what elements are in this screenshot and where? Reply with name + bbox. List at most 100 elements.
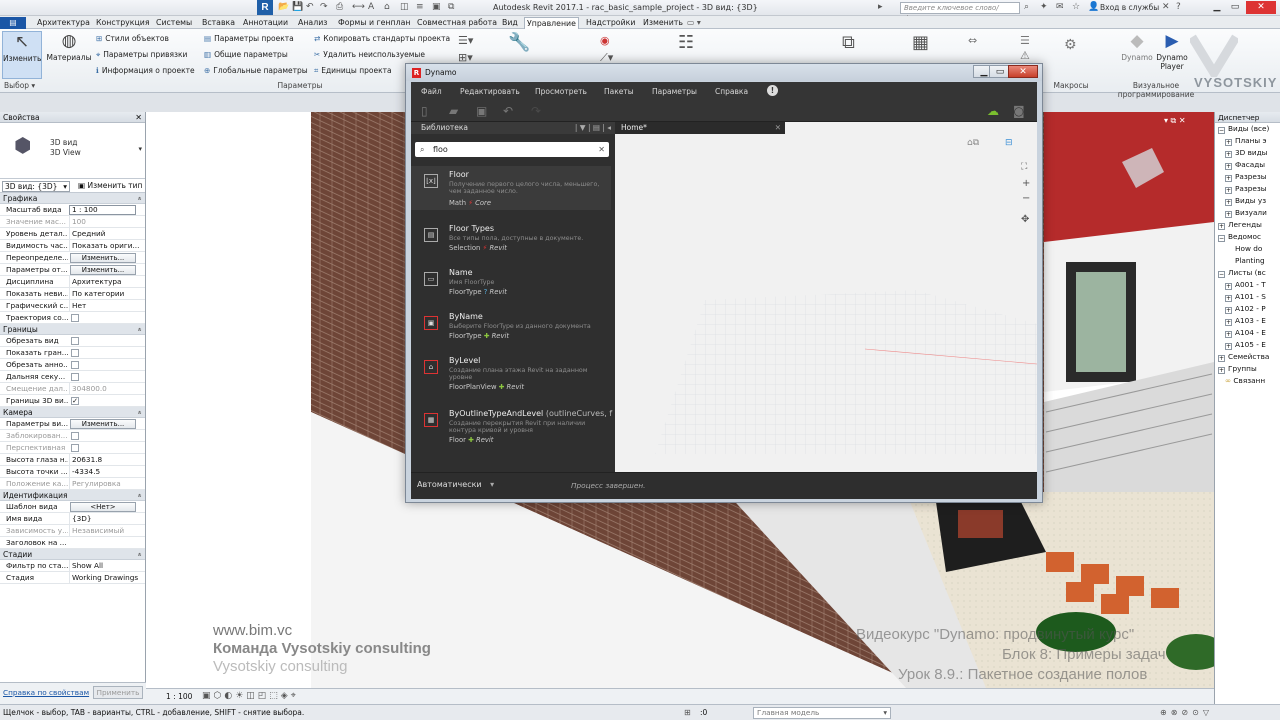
favorites-icon[interactable]: ☆ (1072, 2, 1080, 12)
project-info-button[interactable]: ℹ Информация о проекте (96, 66, 195, 75)
print-icon[interactable]: ⎙ (336, 2, 343, 13)
properties-help-link[interactable]: Справка по свойствам (3, 688, 89, 697)
tree-item[interactable]: Planting (1215, 255, 1280, 267)
menu-packages[interactable]: Пакеты (604, 87, 634, 96)
search-result-item[interactable]: ▤ Floor Types Все типы пола, доступные в… (411, 220, 611, 264)
undo-icon[interactable]: ↶ (503, 104, 513, 118)
tab-insert[interactable]: Вставка (200, 17, 237, 29)
review-warnings-icon[interactable]: ⚠ (1020, 49, 1030, 62)
dynamo-player-button[interactable]: ▶ Dynamo Player (1154, 31, 1190, 71)
tree-item[interactable]: ∞ Связанн (1215, 375, 1280, 387)
maximize-button[interactable]: ▭ (1226, 1, 1244, 14)
macro-manager-icon[interactable]: ⚙ (1064, 37, 1077, 53)
tree-item[interactable]: − Листы (вс (1215, 267, 1280, 279)
tab-annotate[interactable]: Аннотации (241, 17, 290, 29)
tab-analyze[interactable]: Анализ (296, 17, 329, 29)
prop-row[interactable]: Показать неви... По категории (0, 288, 145, 300)
tree-item[interactable]: + Разрезы (1215, 183, 1280, 195)
user-icon[interactable]: 👤 (1088, 2, 1099, 12)
tree-item[interactable]: +3D виды (1215, 147, 1280, 159)
menu-file[interactable]: Файл (421, 87, 442, 96)
snaps-button[interactable]: ⌖ Параметры привязки (96, 50, 187, 60)
wrench-icon[interactable]: 🔧 (508, 32, 530, 53)
sign-in-link[interactable]: Вход в службы (1100, 3, 1159, 12)
redo-icon[interactable]: ↷ (531, 104, 541, 118)
select-by-id-icon[interactable]: ⇔ (968, 34, 977, 47)
additional-settings-icon[interactable]: ☰▾ (458, 34, 473, 47)
tree-item[interactable]: + Планы э (1215, 135, 1280, 147)
edit-rendering-button[interactable]: Изменить... (70, 419, 136, 429)
tab-structure[interactable]: Конструкция (94, 17, 152, 29)
tab-addins[interactable]: Надстройки (584, 17, 637, 29)
communication-icon[interactable]: ✉ (1056, 2, 1064, 12)
phases-icon[interactable]: ▦ (912, 32, 929, 53)
tree-item[interactable]: − Ведомос (1215, 231, 1280, 243)
search-result-item[interactable]: ▣ ByName Выберите FloorType из данного д… (411, 308, 611, 352)
shared-parameters-button[interactable]: ▥ Общие параметры (204, 50, 288, 59)
cloud-upload-icon[interactable]: ☁ (987, 104, 999, 118)
object-styles-button[interactable]: ⊞ Стили объектов (96, 34, 169, 43)
zoom-in-icon[interactable]: + (1022, 178, 1030, 189)
graph-view-toggle-icon[interactable]: ⊟ (1005, 138, 1013, 148)
apply-button[interactable]: Применить (93, 686, 143, 699)
design-options-icon[interactable]: ☷ (678, 32, 694, 53)
arrow-icon[interactable]: ▸ (878, 2, 883, 12)
pan-icon[interactable]: ✥ (1021, 214, 1029, 225)
ribbon-toggle-icon[interactable]: ▭ ▾ (685, 17, 703, 29)
tab-modify[interactable]: Изменить (641, 17, 685, 29)
section-identity[interactable]: Идентификация (0, 490, 145, 501)
text-icon[interactable]: A (368, 2, 374, 13)
section-extents[interactable]: Границы (0, 324, 145, 335)
menu-edit[interactable]: Редактировать (460, 87, 520, 96)
view-controls-icons[interactable]: ▣⬡◐☀◫◰⬚◈⌖ (202, 691, 299, 701)
tab-view[interactable]: Вид (500, 17, 520, 29)
tree-item[interactable]: + A102 - P (1215, 303, 1280, 315)
tree-item[interactable]: + A103 - E (1215, 315, 1280, 327)
select-panel-label[interactable]: Выбор ▾ (4, 81, 35, 90)
design-option-dropdown[interactable]: Главная модель ▾ (753, 707, 891, 719)
close-button[interactable]: ✕ (1246, 1, 1276, 14)
edit-overrides-button[interactable]: Изменить... (70, 253, 136, 263)
search-result-item[interactable]: ▦ ByOutlineTypeAndLevel (outlineCurves, … (411, 405, 612, 457)
section-camera[interactable]: Камера (0, 407, 145, 418)
close-icon[interactable]: ✕ (135, 112, 142, 123)
tree-item[interactable]: + Разрезы (1215, 171, 1280, 183)
tree-item[interactable]: + Виды уз (1215, 195, 1280, 207)
save-icon[interactable]: 💾 (292, 2, 303, 13)
tab-home[interactable]: Home* ✕ (615, 122, 785, 134)
prop-row[interactable]: Высота глаза н... 20631.8 (0, 454, 145, 466)
help-search-input[interactable]: Введите ключевое слово/фразу (900, 2, 1020, 22)
section-phasing[interactable]: Стадии (0, 549, 145, 560)
undo-icon[interactable]: ↶ (306, 2, 314, 13)
close-hidden-icon[interactable]: ▣ (432, 2, 441, 13)
close-tab-icon[interactable]: ✕ (775, 122, 781, 134)
tree-item[interactable]: − Виды (все) (1215, 123, 1280, 135)
help-icon[interactable]: ? (1176, 2, 1181, 12)
worksets-icon[interactable]: ⊞ (684, 708, 691, 717)
prop-row[interactable]: Уровень детал... Средний (0, 228, 145, 240)
run-mode-dropdown[interactable]: Автоматически ▾ (417, 480, 494, 489)
new-file-icon[interactable]: ▯ (421, 104, 428, 118)
prop-row[interactable]: Заголовок на ... (0, 537, 145, 549)
tree-item[interactable]: + Фасады (1215, 159, 1280, 171)
tree-item[interactable]: + Визуали (1215, 207, 1280, 219)
inquiry-icon[interactable]: ☰ (1020, 34, 1030, 47)
search-result-item[interactable]: ▭ Name Имя FloorType FloorType ? Revit (411, 264, 611, 308)
section-graphics[interactable]: Графика (0, 193, 145, 204)
manage-links-icon[interactable]: ⧉ (842, 32, 855, 53)
search-icon[interactable]: ⌕ (1024, 2, 1029, 12)
dynamo-button[interactable]: ◆ Dynamo (1118, 31, 1156, 62)
type-selector[interactable]: ⬢ 3D вид 3D View ▾ (0, 123, 145, 179)
prop-row[interactable]: Графический с... Нет (0, 300, 145, 312)
exchange-icon[interactable]: ✕ (1162, 2, 1170, 12)
revit-logo-icon[interactable]: R (257, 0, 273, 15)
geometry-view-toggle-icon[interactable]: ⌂⧉ (967, 138, 979, 148)
save-file-icon[interactable]: ▣ (476, 104, 487, 118)
checkbox[interactable] (71, 432, 79, 440)
tree-item[interactable]: + Семейства (1215, 351, 1280, 363)
tab-systems[interactable]: Системы (154, 17, 194, 29)
menu-view[interactable]: Просмотреть (535, 87, 587, 96)
tree-item[interactable]: + Группы (1215, 363, 1280, 375)
view-window-controls[interactable]: ▾ ⧉ ✕ (1164, 116, 1186, 126)
3d-view-icon[interactable]: ⌂ (384, 2, 390, 13)
